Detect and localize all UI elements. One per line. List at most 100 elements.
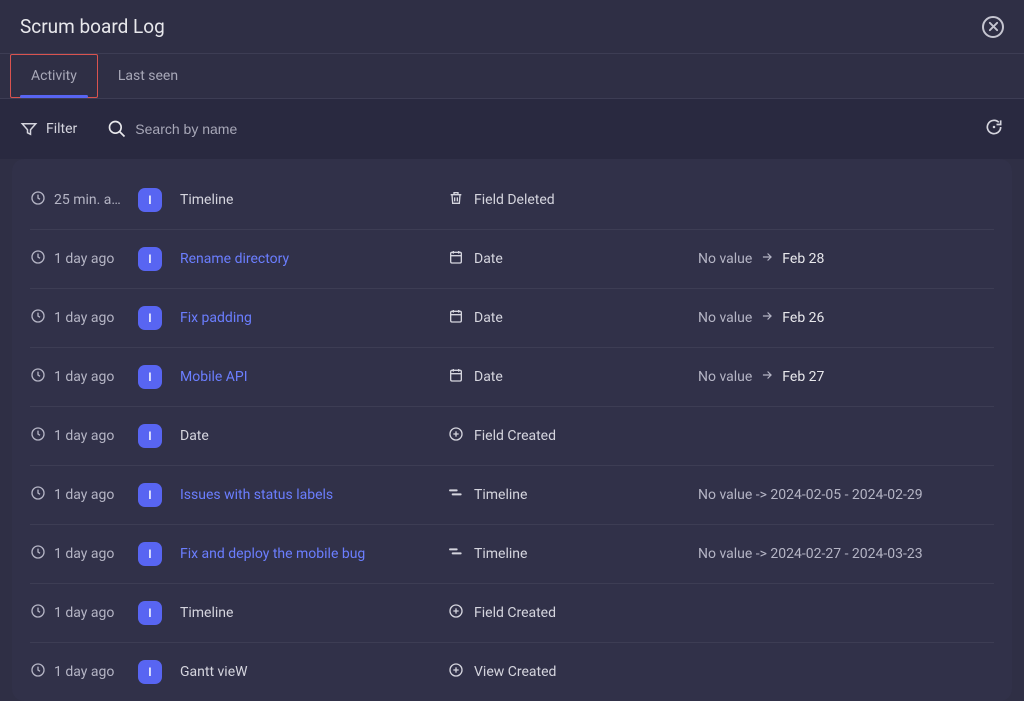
log-item-link[interactable]: Fix padding: [180, 310, 448, 326]
page-title: Scrum board Log: [20, 15, 165, 38]
time-text: 1 day ago: [54, 428, 114, 444]
arrow-right-icon: [760, 250, 774, 268]
field-text: Date: [474, 369, 503, 385]
field-text: Field Created: [474, 428, 556, 444]
clock-icon: [30, 190, 46, 210]
search-box: [107, 119, 954, 139]
time-col: 1 day ago: [30, 662, 138, 682]
time-col: 1 day ago: [30, 603, 138, 623]
avatar[interactable]: I: [138, 188, 162, 212]
change-text: No value -> 2024-02-05 - 2024-02-29: [698, 487, 923, 503]
log-row: 1 day ago I Timeline Field Created: [30, 584, 994, 643]
timeline-icon: [448, 485, 464, 505]
avatar[interactable]: I: [138, 306, 162, 330]
plus-circle-icon: [448, 662, 464, 682]
time-text: 1 day ago: [54, 487, 114, 503]
avatar[interactable]: I: [138, 542, 162, 566]
log-item-link[interactable]: Issues with status labels: [180, 487, 448, 503]
trash-icon: [448, 190, 464, 210]
log-row: 1 day ago I Mobile API Date No valueFeb 27: [30, 348, 994, 407]
field-text: Timeline: [474, 546, 527, 562]
time-col: 1 day ago: [30, 544, 138, 564]
field-col: Field Created: [448, 603, 698, 623]
log-row: 1 day agoIFix paddingDateNo valueFeb 26: [30, 289, 994, 348]
search-icon: [107, 119, 127, 139]
tab-activity[interactable]: Activity: [10, 54, 98, 98]
log-item-text: Timeline: [180, 605, 448, 621]
change-col: No value -> 2024-02-27 - 2024-03-23: [698, 546, 994, 562]
filter-label: Filter: [46, 121, 77, 137]
clock-icon: [30, 485, 46, 505]
close-icon: [988, 21, 999, 32]
log-item-text: Timeline: [180, 192, 448, 208]
close-button[interactable]: [982, 16, 1004, 38]
filter-button[interactable]: Filter: [20, 120, 77, 138]
change-from: No value: [698, 310, 752, 326]
avatar[interactable]: I: [138, 483, 162, 507]
log-item-text: Date: [180, 428, 448, 444]
log-row: 1 day ago I Date Field Created: [30, 407, 994, 466]
search-input[interactable]: [135, 121, 316, 137]
field-text: Field Deleted: [474, 192, 555, 208]
calendar-icon: [448, 249, 464, 269]
change-text: No value -> 2024-02-27 - 2024-03-23: [698, 546, 923, 562]
plus-circle-icon: [448, 603, 464, 623]
refresh-button[interactable]: [984, 117, 1004, 141]
timeline-icon: [448, 544, 464, 564]
log-item-link[interactable]: Rename directory: [180, 251, 448, 267]
filter-icon: [20, 120, 38, 138]
field-col: Timeline: [448, 544, 698, 564]
calendar-icon: [448, 367, 464, 387]
plus-circle-icon: [448, 426, 464, 446]
clock-icon: [30, 249, 46, 269]
field-col: Field Created: [448, 426, 698, 446]
clock-icon: [30, 308, 46, 328]
change-col: No valueFeb 27: [698, 368, 994, 386]
tabs: Activity Last seen: [0, 54, 1024, 99]
change-col: No value -> 2024-02-05 - 2024-02-29: [698, 487, 994, 503]
arrow-right-icon: [760, 309, 774, 327]
time-text: 1 day ago: [54, 251, 114, 267]
time-col: 1 day ago: [30, 426, 138, 446]
modal-header: Scrum board Log: [0, 0, 1024, 54]
calendar-icon: [448, 308, 464, 328]
field-col: View Created: [448, 662, 698, 682]
time-text: 25 min. a…: [54, 192, 121, 208]
time-text: 1 day ago: [54, 369, 114, 385]
clock-icon: [30, 603, 46, 623]
log-item-link[interactable]: Fix and deploy the mobile bug: [180, 546, 448, 562]
log-row: 1 day ago I Issues with status labels Timel…: [30, 466, 994, 525]
change-col: No valueFeb 26: [698, 309, 994, 327]
field-text: Field Created: [474, 605, 556, 621]
change-from: No value: [698, 369, 752, 385]
clock-icon: [30, 544, 46, 564]
avatar[interactable]: I: [138, 424, 162, 448]
log-item-link[interactable]: Mobile API: [180, 369, 448, 385]
log-row: 25 min. a… I Timeline Field Deleted: [30, 171, 994, 230]
change-col: No value Feb 28: [698, 250, 994, 268]
tab-last-seen[interactable]: Last seen: [98, 54, 198, 98]
avatar[interactable]: I: [138, 601, 162, 625]
toolbar: Filter: [0, 99, 1024, 159]
avatar[interactable]: I: [138, 660, 162, 684]
log-row: 1 day ago I Rename directoryDateNo value Fe…: [30, 230, 994, 289]
time-col: 1 day ago: [30, 485, 138, 505]
time-col: 25 min. a…: [30, 190, 138, 210]
field-col: Date: [448, 308, 698, 328]
field-col: Date: [448, 249, 698, 269]
field-text: Timeline: [474, 487, 527, 503]
clock-icon: [30, 662, 46, 682]
refresh-icon: [984, 117, 1004, 137]
time-text: 1 day ago: [54, 605, 114, 621]
field-col: Date: [448, 367, 698, 387]
time-text: 1 day ago: [54, 546, 114, 562]
change-to: Feb 28: [782, 251, 824, 267]
change-from: No value: [698, 251, 752, 267]
avatar[interactable]: I: [138, 365, 162, 389]
avatar[interactable]: I: [138, 247, 162, 271]
arrow-right-icon: [760, 368, 774, 386]
field-col: Timeline: [448, 485, 698, 505]
field-text: Date: [474, 310, 503, 326]
field-col: Field Deleted: [448, 190, 698, 210]
log-row: 1 day ago I Fix and deploy the mobile bug T…: [30, 525, 994, 584]
